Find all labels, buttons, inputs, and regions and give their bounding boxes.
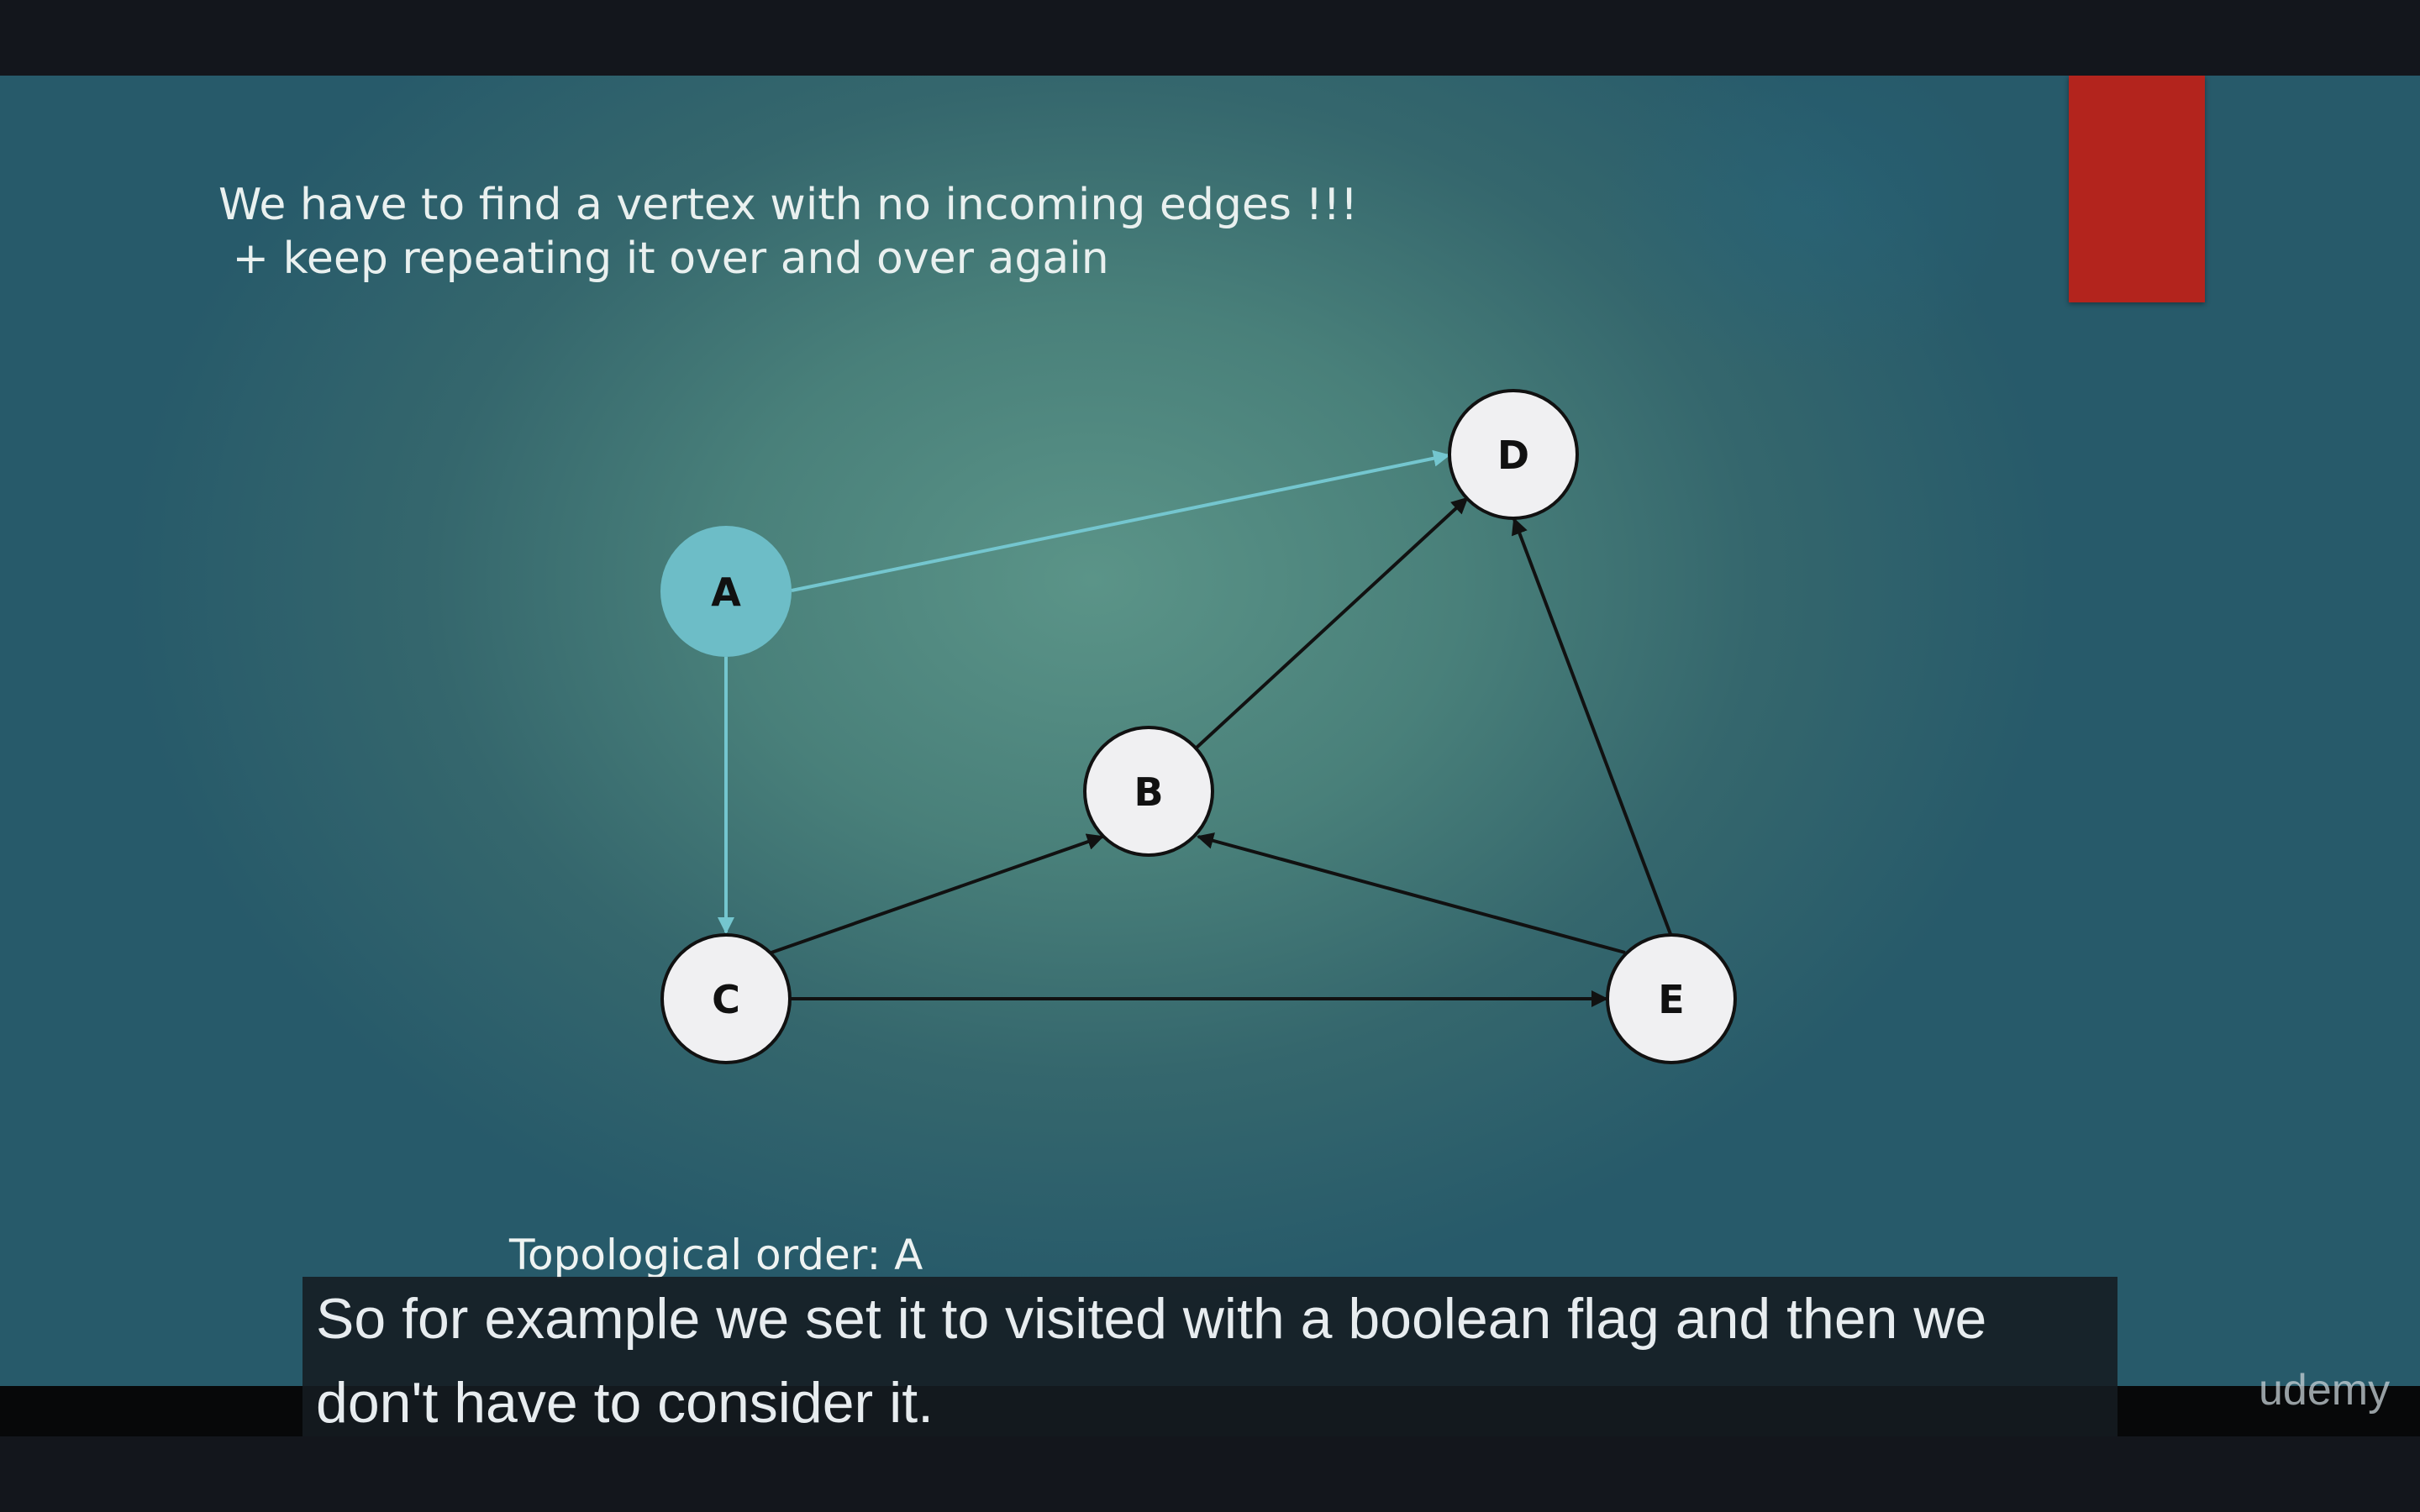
node-d: D xyxy=(1448,389,1579,520)
bottom-bar xyxy=(0,1436,2420,1512)
edge-c-b xyxy=(771,833,1104,954)
node-a: A xyxy=(660,526,792,657)
node-b: B xyxy=(1083,726,1214,857)
udemy-watermark: udemy xyxy=(2259,1366,2391,1415)
edge-b-d xyxy=(1195,496,1469,749)
video-frame[interactable]: We have to find a vertex with no incomin… xyxy=(0,76,2420,1386)
node-c: C xyxy=(660,933,792,1064)
edge-e-d xyxy=(1511,517,1672,935)
node-d-label: D xyxy=(1497,433,1529,478)
top-bar xyxy=(0,0,2420,76)
node-a-label: A xyxy=(711,570,741,615)
subtitle-caption: So for example we set it to visited with… xyxy=(302,1277,2118,1436)
graph-diagram: A B C D E xyxy=(660,389,1737,1064)
subtitle-line-2: don't have to consider it. xyxy=(316,1371,934,1435)
node-e: E xyxy=(1606,933,1737,1064)
topological-order-label: Topological order: A xyxy=(509,1231,923,1279)
node-c-label: C xyxy=(712,977,740,1022)
node-b-label: B xyxy=(1134,769,1163,815)
edge-e-b xyxy=(1197,832,1626,954)
node-e-label: E xyxy=(1658,977,1684,1022)
edge-a-d xyxy=(791,449,1450,592)
subtitle-line-1: So for example we set it to visited with… xyxy=(316,1287,1987,1351)
